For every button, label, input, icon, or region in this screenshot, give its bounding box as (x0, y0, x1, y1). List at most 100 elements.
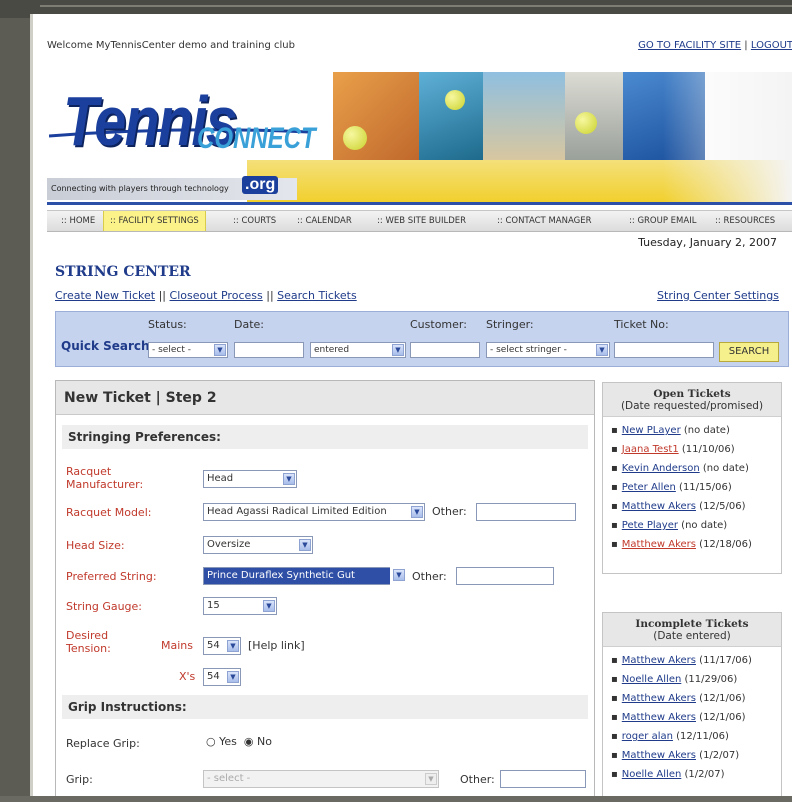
status-label: Status: (148, 318, 187, 331)
customer-label: Customer: (410, 318, 467, 331)
string-center-settings-link[interactable]: String Center Settings (657, 289, 779, 302)
chevron-down-icon: ▼ (214, 344, 226, 356)
ticket-link[interactable]: Matthew Akers (622, 655, 696, 666)
chevron-down-icon: ▼ (283, 473, 295, 485)
panel-heading: New Ticket | Step 2 (56, 381, 594, 415)
nav-item-calendar[interactable]: :: CALENDAR (297, 211, 352, 231)
ticket-link[interactable]: Pete Player (622, 520, 678, 531)
logout-link[interactable]: LOGOUT (751, 40, 792, 51)
search-button[interactable]: SEARCH (719, 342, 779, 362)
ticket-link[interactable]: Peter Allen (622, 482, 676, 493)
nav-item-group-email[interactable]: :: GROUP EMAIL (629, 211, 696, 231)
welcome-message: Welcome MyTennisCenter demo and training… (47, 40, 295, 51)
date-label: Date: (234, 318, 264, 331)
desired-tension-label: Desired Tension: (66, 629, 111, 655)
replace-grip-yes-radio[interactable]: ○ Yes (206, 735, 237, 748)
nav-item-facility-settings[interactable]: :: FACILITY SETTINGS (103, 211, 206, 231)
link-separator: || (266, 289, 274, 302)
quick-search-bar: Quick Search Status: - select - ▼ Date: e… (55, 311, 789, 367)
link-separator: || (158, 289, 167, 302)
yes-label: Yes (219, 735, 237, 748)
closeout-process-link[interactable]: Closeout Process (170, 289, 263, 302)
nav-item-resources[interactable]: :: RESOURCES (715, 211, 775, 231)
ticket-date: (no date) (683, 425, 730, 436)
ticket-date: (12/1/06) (699, 693, 746, 704)
ticket-link[interactable]: Jaana Test1 (622, 444, 679, 455)
grip-select[interactable]: - select - ▼ (203, 770, 439, 788)
ticket-link[interactable]: Matthew Akers (622, 693, 696, 704)
create-new-ticket-link[interactable]: Create New Ticket (55, 289, 155, 302)
chevron-down-icon: ▼ (392, 344, 404, 356)
nav-item-label: CALENDAR (305, 216, 352, 226)
nav-item-label: GROUP EMAIL (637, 216, 697, 226)
ticket-link[interactable]: Matthew Akers (622, 539, 696, 550)
racquet-model-select[interactable]: Head Agassi Radical Limited Edition ▼ (203, 503, 425, 521)
ticket-link[interactable]: New PLayer (622, 425, 681, 436)
help-link[interactable]: [Help link] (248, 639, 305, 652)
nav-item-home[interactable]: :: HOME (61, 211, 95, 231)
grip-instructions-heading: Grip Instructions: (62, 695, 588, 719)
ticket-date: (no date) (702, 463, 749, 474)
nav-item-label: CONTACT MANAGER (505, 216, 592, 226)
nav-item-contact-manager[interactable]: :: CONTACT MANAGER (497, 211, 591, 231)
ticket-link[interactable]: Matthew Akers (622, 501, 696, 512)
chevron-down-icon: ▼ (393, 569, 405, 581)
head-size-select[interactable]: Oversize ▼ (203, 536, 313, 554)
string-gauge-value: 15 (207, 600, 220, 611)
list-item: Kevin Anderson (no date) (611, 459, 781, 478)
preferred-string-label: Preferred String: (66, 570, 157, 583)
racquet-manufacturer-select[interactable]: Head ▼ (203, 470, 297, 488)
ticket-date: (12/11/06) (676, 731, 729, 742)
ticket-link[interactable]: Kevin Anderson (622, 463, 700, 474)
list-item: Jaana Test1 (11/10/06) (611, 440, 781, 459)
customer-input[interactable] (410, 342, 480, 358)
ticket-link[interactable]: Matthew Akers (622, 712, 696, 723)
head-size-label: Head Size: (66, 539, 125, 552)
status-select[interactable]: - select - ▼ (148, 342, 228, 358)
preferred-string-select[interactable]: Prince Duraflex Synthetic Gut (203, 567, 391, 585)
list-item: Peter Allen (11/15/06) (611, 478, 781, 497)
mains-tension-select[interactable]: 54 ▼ (203, 637, 241, 655)
open-tickets-title: Open Tickets (653, 388, 731, 400)
replace-grip-no-radio[interactable]: ◉ No (244, 735, 272, 748)
chevron-down-icon: ▼ (263, 600, 275, 612)
date-input[interactable] (234, 342, 304, 358)
stringer-label: Stringer: (486, 318, 534, 331)
stringer-select[interactable]: - select stringer - ▼ (486, 342, 610, 358)
preferred-string-dropdown[interactable]: ▼ (390, 567, 406, 585)
mains-label: Mains (161, 639, 193, 652)
tennis-ball-icon-3 (575, 112, 597, 134)
replace-grip-options: ○ Yes ◉ No (206, 735, 272, 748)
nav-item-label: FACILITY SETTINGS (118, 216, 199, 226)
ticket-date: (12/5/06) (699, 501, 746, 512)
ticket-link[interactable]: Matthew Akers (622, 750, 696, 761)
string-gauge-select[interactable]: 15 ▼ (203, 597, 277, 615)
main-nav: :: HOME :: FACILITY SETTINGS :: COURTS :… (47, 210, 792, 232)
ticket-date: (1/2/07) (684, 769, 725, 780)
go-to-facility-link[interactable]: GO TO FACILITY SITE (638, 40, 741, 51)
ticket-link[interactable]: Noelle Allen (622, 769, 682, 780)
preferred-string-other-input[interactable] (456, 567, 554, 585)
ticket-link[interactable]: roger alan (622, 731, 673, 742)
top-links-separator: | (744, 40, 748, 51)
search-tickets-link[interactable]: Search Tickets (277, 289, 357, 302)
preferred-string-value: Prince Duraflex Synthetic Gut (207, 570, 355, 581)
open-tickets-subtitle: (Date requested/promised) (620, 400, 764, 412)
grip-other-input[interactable] (500, 770, 586, 788)
ticket-link[interactable]: Noelle Allen (622, 674, 682, 685)
racquet-model-other-input[interactable] (476, 503, 576, 521)
crosses-tension-select[interactable]: 54 ▼ (203, 668, 241, 686)
nav-item-web-site-builder[interactable]: :: WEB SITE BUILDER (377, 211, 466, 231)
ticket-no-input[interactable] (614, 342, 714, 358)
nav-item-courts[interactable]: :: COURTS (233, 211, 276, 231)
date-mode-select[interactable]: entered ▼ (310, 342, 406, 358)
grip-other-label: Other: (460, 773, 495, 786)
string-gauge-label: String Gauge: (66, 600, 143, 613)
ticket-date: (11/17/06) (699, 655, 752, 666)
tennis-ball-icon (343, 126, 367, 150)
chevron-down-icon: ▼ (596, 344, 608, 356)
list-item: New PLayer (no date) (611, 421, 781, 440)
nav-item-label: HOME (69, 216, 96, 226)
list-item: Matthew Akers (12/1/06) (611, 708, 781, 727)
open-tickets-header: Open Tickets (Date requested/promised) (603, 383, 781, 417)
